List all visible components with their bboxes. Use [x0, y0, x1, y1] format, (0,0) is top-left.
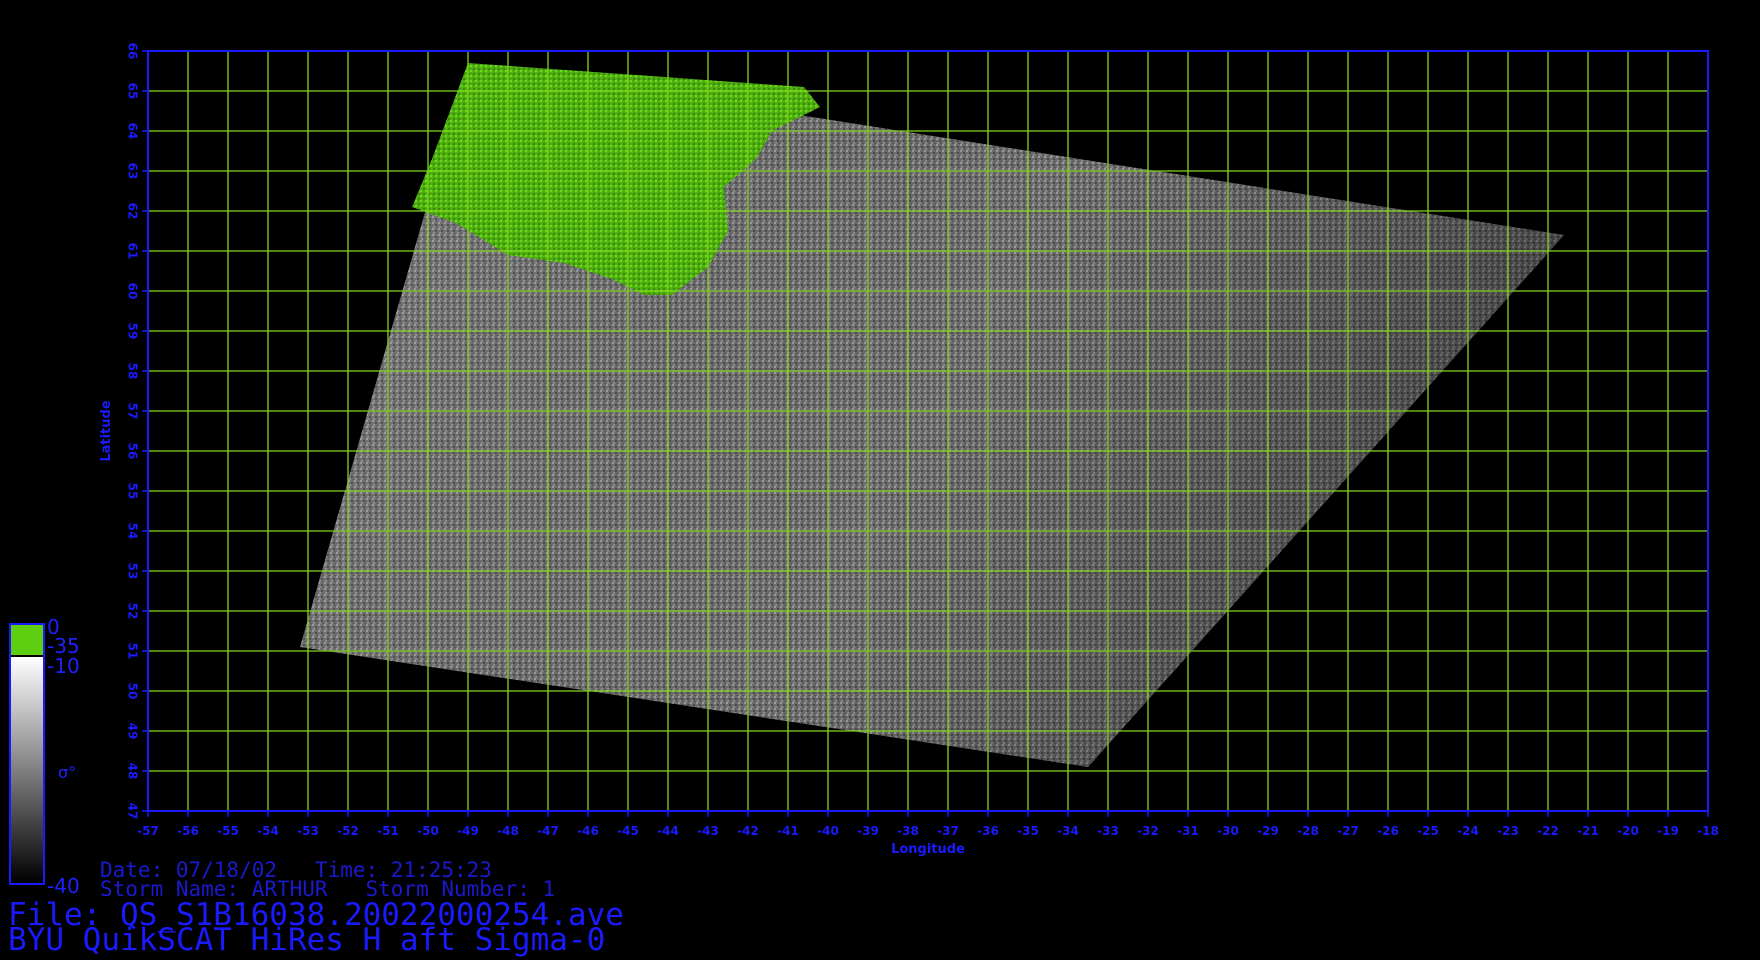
lon-tick-label: -40	[817, 824, 839, 838]
lon-tick-label: -23	[1497, 824, 1519, 838]
lon-tick-label: -42	[737, 824, 759, 838]
colorbar-symbol: σ°	[58, 763, 77, 782]
lon-tick-label: -20	[1617, 824, 1639, 838]
lat-tick-label: 61	[126, 243, 140, 260]
lon-tick-label: -25	[1417, 824, 1439, 838]
colorbar-bottom-label: -40	[47, 874, 80, 898]
y-axis-label: Latitude	[99, 400, 114, 462]
product-line: BYU QuikSCAT HiRes H aft Sigma-0	[8, 922, 606, 958]
lat-tick-label: 60	[126, 283, 140, 300]
lon-tick-label: -34	[1057, 824, 1079, 838]
lon-tick-label: -37	[937, 824, 959, 838]
lon-tick-label: -46	[577, 824, 599, 838]
lat-tick-label: 59	[126, 323, 140, 340]
colorbar-land-swatch	[11, 625, 43, 655]
lat-tick-label: 52	[126, 603, 140, 620]
storm-line: Storm Name: ARTHUR Storm Number: 1	[100, 877, 556, 901]
lon-tick-label: -50	[417, 824, 439, 838]
lon-tick-label: -41	[777, 824, 799, 838]
lat-tick-label: 62	[126, 203, 140, 220]
lat-tick-label: 55	[126, 483, 140, 500]
lon-tick-label: -44	[657, 824, 679, 838]
lon-tick-label: -57	[137, 824, 159, 838]
x-axis-label: Longitude	[891, 842, 965, 857]
lon-tick-label: -19	[1657, 824, 1679, 838]
lat-tick-label: 50	[126, 683, 140, 700]
lon-tick-label: -31	[1177, 824, 1199, 838]
lon-tick-label: -55	[217, 824, 239, 838]
colorbar-gradient	[11, 657, 43, 883]
lat-tick-label: 63	[126, 163, 140, 180]
lon-tick-label: -56	[177, 824, 199, 838]
colorbar-upper-label: -10	[47, 654, 80, 678]
lon-tick-label: -43	[697, 824, 719, 838]
lat-tick-label: 64	[126, 123, 140, 140]
lat-tick-label: 51	[126, 643, 140, 660]
lat-tick-label: 54	[126, 523, 140, 540]
lon-tick-label: -30	[1217, 824, 1239, 838]
colorbar	[9, 623, 45, 885]
lon-tick-label: -45	[617, 824, 639, 838]
lat-tick-label: 66	[126, 43, 140, 60]
map-plot: -57 -56 -55 -54 -53 -52 -51 -50 -49 -48 -47 -46 -45 -…	[9, 43, 1719, 885]
lon-tick-label: -51	[377, 824, 399, 838]
lat-tick-label: 48	[126, 763, 140, 780]
lon-tick-label: -38	[897, 824, 919, 838]
lon-tick-label: -54	[257, 824, 279, 838]
lon-tick-label: -49	[457, 824, 479, 838]
lon-tick-label: -35	[1017, 824, 1039, 838]
lon-tick-label: -28	[1297, 824, 1319, 838]
colorbar-land-label: -35	[47, 634, 80, 658]
lon-tick-label: -53	[297, 824, 319, 838]
lon-tick-label: -39	[857, 824, 879, 838]
lat-tick-label: 56	[126, 443, 140, 460]
lat-tick-label: 53	[126, 563, 140, 580]
lon-tick-label: -26	[1377, 824, 1399, 838]
lon-tick-label: -18	[1697, 824, 1719, 838]
lat-tick-label: 49	[126, 723, 140, 740]
lon-tick-label: -33	[1097, 824, 1119, 838]
lat-tick-label: 58	[126, 363, 140, 380]
lat-tick-label: 47	[126, 803, 140, 820]
lon-tick-label: -36	[977, 824, 999, 838]
lon-tick-label: -24	[1457, 824, 1479, 838]
lon-tick-label: -32	[1137, 824, 1159, 838]
lon-tick-label: -21	[1577, 824, 1599, 838]
lon-tick-label: -22	[1537, 824, 1559, 838]
lon-tick-label: -27	[1337, 824, 1359, 838]
lon-tick-label: -48	[497, 824, 519, 838]
lon-tick-label: -47	[537, 824, 559, 838]
lat-tick-label: 57	[126, 403, 140, 420]
lat-tick-label: 65	[126, 83, 140, 100]
lon-tick-label: -52	[337, 824, 359, 838]
lon-tick-label: -29	[1257, 824, 1279, 838]
